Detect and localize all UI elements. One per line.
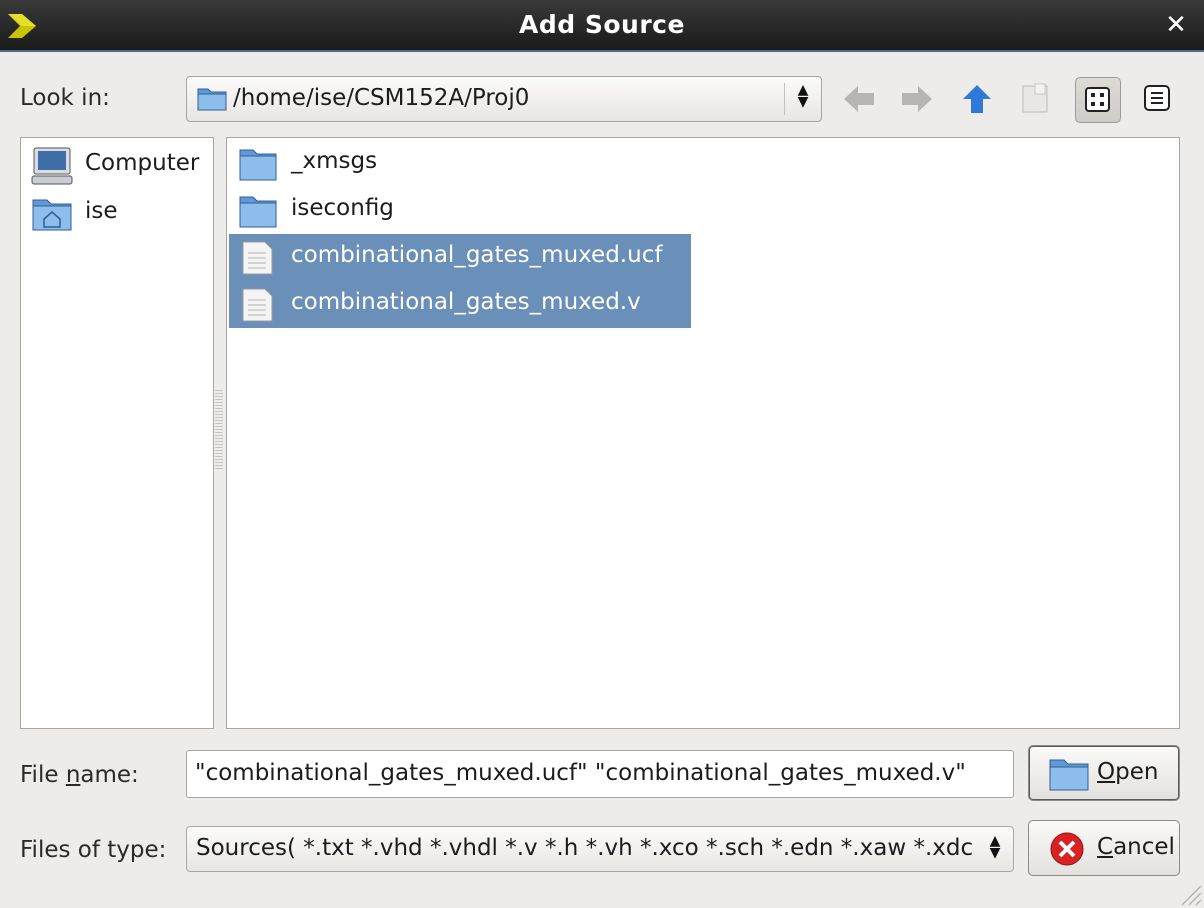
folder-icon: [239, 196, 277, 228]
list-view-icon: [1085, 87, 1110, 112]
cancel-button-label: Cancel: [1097, 834, 1175, 860]
files-of-type-value: Sources( *.txt *.vhd *.vhdl *.v *.h *.vh…: [196, 835, 974, 861]
sidebar-item-ise[interactable]: ise: [31, 190, 213, 234]
open-button-label: Open: [1097, 759, 1159, 785]
up-button[interactable]: [955, 77, 999, 121]
sidebar-item-computer[interactable]: Computer: [31, 142, 213, 186]
places-sidebar: Computer ise: [20, 137, 214, 729]
file-name: combinational_gates_muxed.ucf: [291, 242, 663, 268]
folder-icon: [239, 149, 277, 181]
file-list: _xmsgs iseconfig combinational_gates_mux…: [226, 137, 1180, 729]
sidebar-item-label: Computer: [85, 150, 200, 176]
look-in-path: /home/ise/CSM152A/Proj0: [233, 85, 530, 111]
arrow-right-icon: [902, 86, 932, 112]
list-view-button[interactable]: [1075, 77, 1121, 123]
detail-view-icon: [1144, 85, 1170, 111]
arrow-up-icon: [963, 85, 991, 113]
resize-grip-icon[interactable]: [1176, 880, 1202, 906]
file-name: iseconfig: [291, 195, 394, 221]
combo-separator: [784, 83, 785, 115]
look-in-combo[interactable]: /home/ise/CSM152A/Proj0 ▲ ▼: [186, 76, 822, 122]
text-file-icon: [242, 288, 273, 322]
file-name: _xmsgs: [291, 148, 378, 174]
files-of-type-label: Files of type:: [20, 837, 167, 863]
file-name: combinational_gates_muxed.v: [291, 289, 641, 315]
home-folder-icon: [32, 199, 72, 231]
forward-button[interactable]: [894, 77, 938, 121]
detail-view-button[interactable]: [1136, 77, 1180, 121]
computer-icon: [31, 147, 73, 185]
sidebar-item-label: ise: [85, 198, 118, 224]
add-source-dialog: Add Source ✕ Look in: /home/ise/CSM152A/…: [0, 0, 1204, 908]
updown-arrows-icon: ▲ ▼: [989, 833, 1001, 861]
pane-splitter-handle[interactable]: [215, 390, 223, 470]
cancel-button[interactable]: Cancel: [1028, 820, 1180, 876]
new-folder-icon: [1022, 83, 1048, 113]
updown-arrows-icon: ▲ ▼: [797, 82, 809, 110]
text-file-icon: [242, 241, 273, 275]
list-item-xmsgs[interactable]: _xmsgs: [229, 140, 691, 187]
open-button[interactable]: Open: [1028, 745, 1180, 801]
new-folder-button[interactable]: [1013, 77, 1057, 121]
folder-icon: [197, 88, 227, 111]
back-button[interactable]: [838, 77, 882, 121]
close-icon[interactable]: ✕: [1162, 10, 1190, 40]
file-name-input[interactable]: "combinational_gates_muxed.ucf" "combina…: [186, 750, 1014, 798]
folder-icon: [1049, 759, 1089, 791]
list-item-iseconfig[interactable]: iseconfig: [229, 187, 691, 234]
cancel-icon: [1050, 832, 1084, 866]
dialog-title: Add Source: [519, 10, 685, 39]
list-item-v-file[interactable]: combinational_gates_muxed.v: [229, 281, 691, 328]
look-in-label: Look in:: [20, 85, 110, 111]
file-name-label: File name:: [20, 762, 139, 788]
title-bar[interactable]: Add Source ✕: [0, 0, 1204, 52]
files-of-type-combo[interactable]: Sources( *.txt *.vhd *.vhdl *.v *.h *.vh…: [186, 826, 1014, 872]
list-item-ucf-file[interactable]: combinational_gates_muxed.ucf: [229, 234, 691, 281]
arrow-left-icon: [844, 86, 874, 112]
